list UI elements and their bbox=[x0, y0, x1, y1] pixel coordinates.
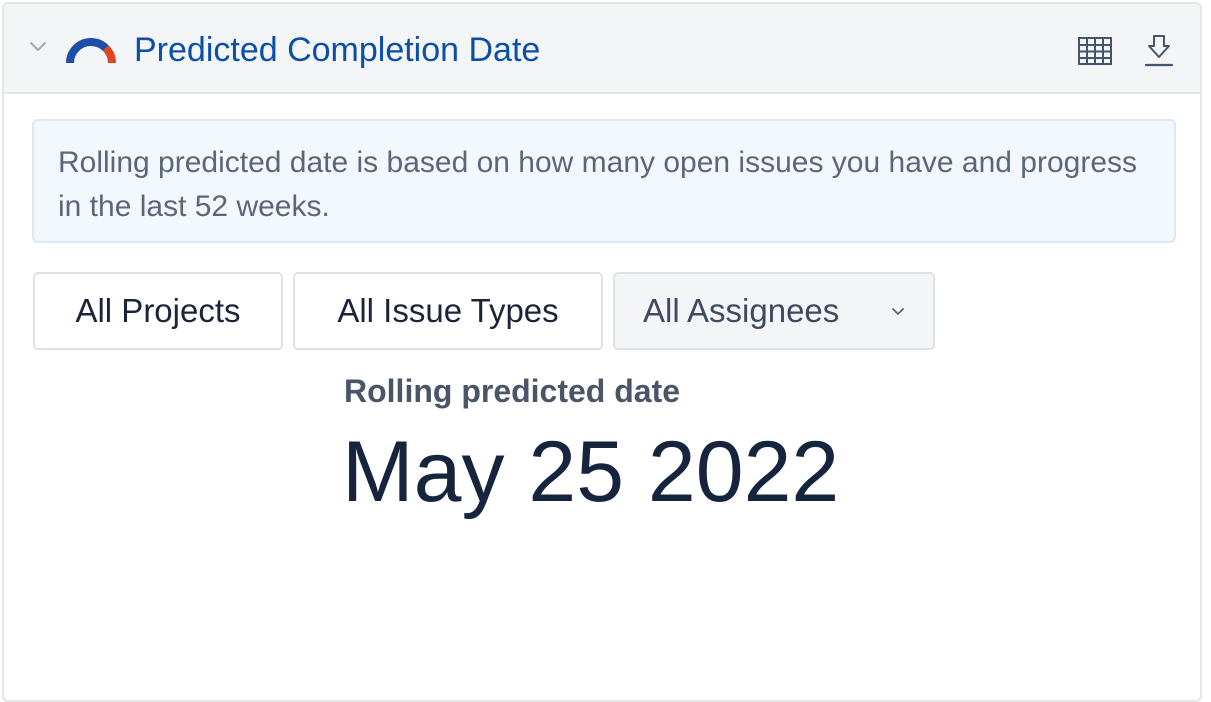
assignees-filter-dropdown[interactable]: All Assignees bbox=[613, 272, 935, 350]
info-message: Rolling predicted date is based on how m… bbox=[32, 119, 1176, 243]
assignees-filter-label: All Assignees bbox=[643, 292, 840, 329]
predicted-date-label: Rolling predicted date bbox=[344, 373, 681, 409]
widget-header: Predicted Completion Date bbox=[4, 4, 1200, 94]
chevron-down-icon[interactable] bbox=[26, 34, 50, 58]
projects-filter-button[interactable]: All Projects bbox=[33, 272, 283, 350]
gauge-icon bbox=[66, 38, 116, 64]
chevron-down-icon bbox=[892, 308, 904, 315]
predicted-date-value: May 25 2022 bbox=[342, 424, 840, 520]
table-icon[interactable] bbox=[1074, 32, 1116, 72]
issue-types-filter-button[interactable]: All Issue Types bbox=[293, 272, 603, 350]
predicted-completion-widget: Predicted Completion Date Rolling predic… bbox=[2, 2, 1202, 702]
download-icon[interactable] bbox=[1138, 32, 1180, 72]
widget-title: Predicted Completion Date bbox=[134, 31, 541, 69]
